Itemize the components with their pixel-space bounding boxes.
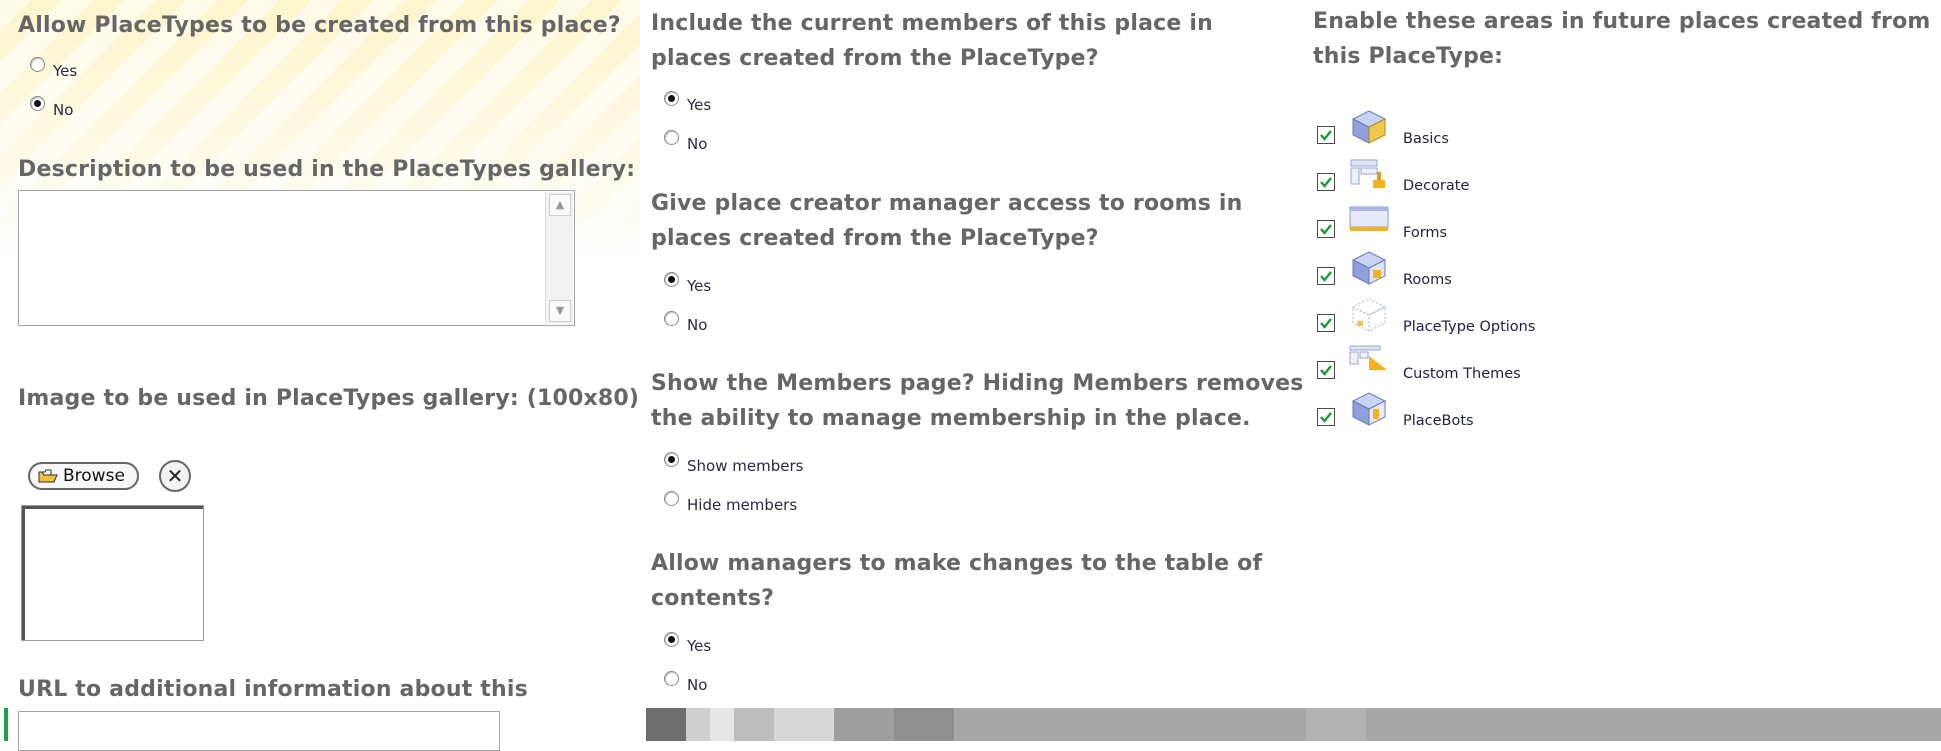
checkmark-icon [1320, 318, 1332, 329]
show-members-radio[interactable] [664, 451, 679, 467]
area-basics[interactable]: Basics [1317, 110, 1449, 155]
clear-image-button[interactable]: ✕ [159, 460, 191, 492]
wireframe-cube-icon [1351, 298, 1387, 332]
description-label: Description to be used in the PlaceTypes… [18, 157, 636, 182]
toc-yes-option[interactable]: Yes [664, 631, 712, 655]
checkmark-icon [1320, 130, 1332, 141]
banner-tile [734, 708, 774, 741]
placebots-checkbox[interactable] [1317, 408, 1335, 426]
include-members-yes-option[interactable]: Yes [664, 90, 712, 114]
toc-yes-radio[interactable] [664, 631, 679, 647]
checkmark-icon [1320, 224, 1332, 235]
toc-yes-label: Yes [687, 637, 712, 655]
banner-tile [686, 708, 710, 741]
allow-placetypes-question: Allow PlaceTypes to be created from this… [18, 13, 621, 38]
manager-access-no-label: No [687, 316, 708, 334]
folder-open-icon [38, 469, 58, 483]
toc-no-option[interactable]: No [664, 670, 708, 694]
focus-indicator [4, 708, 8, 741]
banner-logo-tile [646, 708, 686, 741]
checkmark-icon [1320, 271, 1332, 282]
toc-no-label: No [687, 676, 708, 694]
footer-banner [646, 708, 1941, 741]
rooms-checkbox[interactable] [1317, 267, 1335, 285]
allow-yes-radio[interactable] [30, 56, 45, 72]
rooms-icon [1351, 251, 1387, 285]
area-placetype-options[interactable]: PlaceType Options [1317, 298, 1536, 343]
placebots-label: PlaceBots [1403, 413, 1474, 429]
left-column: Allow PlaceTypes to be created from this… [0, 0, 640, 751]
include-members-yes-label: Yes [687, 96, 712, 114]
custom-themes-checkbox[interactable] [1317, 361, 1335, 379]
toc-question: Allow managers to make changes to the ta… [651, 551, 1263, 611]
banner-tile [774, 708, 834, 741]
description-textarea[interactable]: ▲ ▼ [18, 190, 575, 326]
allow-yes-label: Yes [53, 62, 78, 80]
scroll-up-icon[interactable]: ▲ [549, 194, 571, 216]
hide-members-radio[interactable] [664, 490, 679, 506]
include-members-no-label: No [687, 135, 708, 153]
hide-members-label: Hide members [687, 496, 798, 514]
forms-icon [1349, 206, 1389, 231]
browse-label: Browse [63, 466, 125, 486]
checkmark-icon [1320, 177, 1332, 188]
browse-button[interactable]: Browse [28, 462, 139, 490]
placebots-icon [1351, 392, 1387, 426]
placetype-options-label: PlaceType Options [1403, 319, 1536, 335]
include-members-no-radio[interactable] [664, 129, 679, 145]
toc-no-radio[interactable] [664, 670, 679, 686]
rooms-label: Rooms [1403, 272, 1452, 288]
image-preview-frame [21, 505, 204, 641]
include-members-no-option[interactable]: No [664, 129, 708, 153]
basics-checkbox[interactable] [1317, 126, 1335, 144]
custom-themes-label: Custom Themes [1403, 366, 1521, 382]
banner-tile [834, 708, 894, 741]
enable-areas-title: Enable these areas in future places crea… [1313, 9, 1931, 69]
include-members-yes-radio[interactable] [664, 90, 679, 106]
scroll-down-icon[interactable]: ▼ [549, 300, 571, 322]
basics-label: Basics [1403, 131, 1449, 147]
manager-access-question: Give place creator manager access to roo… [651, 191, 1243, 251]
area-forms[interactable]: Forms [1317, 206, 1448, 249]
manager-access-no-option[interactable]: No [664, 310, 708, 334]
area-rooms[interactable]: Rooms [1317, 251, 1452, 296]
decorate-checkbox[interactable] [1317, 173, 1335, 191]
themes-icon [1349, 345, 1387, 370]
area-decorate[interactable]: Decorate [1317, 159, 1470, 202]
checkmark-icon [1320, 412, 1332, 423]
close-icon: ✕ [166, 464, 184, 488]
include-members-question: Include the current members of this plac… [651, 11, 1213, 71]
url-input[interactable] [18, 711, 500, 751]
placetype-options-checkbox[interactable] [1317, 314, 1335, 332]
manager-access-yes-radio[interactable] [664, 271, 679, 287]
banner-tile [1306, 708, 1366, 741]
banner-tile [710, 708, 734, 741]
description-scrollbar[interactable]: ▲ ▼ [545, 192, 573, 324]
manager-access-yes-option[interactable]: Yes [664, 271, 712, 295]
area-custom-themes[interactable]: Custom Themes [1317, 345, 1521, 390]
allow-no-radio[interactable] [30, 95, 45, 111]
area-placebots[interactable]: PlaceBots [1317, 392, 1474, 437]
banner-tile [894, 708, 954, 741]
show-members-label: Show members [687, 457, 804, 475]
cube-icon [1351, 110, 1387, 144]
allow-no-label: No [53, 101, 74, 119]
checkmark-icon [1320, 365, 1332, 376]
forms-label: Forms [1403, 225, 1448, 241]
manager-access-yes-label: Yes [687, 277, 712, 295]
decorate-icon [1350, 159, 1385, 188]
allow-yes-option[interactable]: Yes [30, 56, 78, 80]
hide-members-option[interactable]: Hide members [664, 490, 798, 514]
image-label: Image to be used in PlaceTypes gallery: … [18, 386, 640, 411]
allow-no-option[interactable]: No [30, 95, 74, 119]
show-members-question: Show the Members page? Hiding Members re… [651, 371, 1304, 431]
show-members-option[interactable]: Show members [664, 451, 804, 475]
manager-access-no-radio[interactable] [664, 310, 679, 326]
forms-checkbox[interactable] [1317, 220, 1335, 238]
decorate-label: Decorate [1403, 178, 1470, 194]
